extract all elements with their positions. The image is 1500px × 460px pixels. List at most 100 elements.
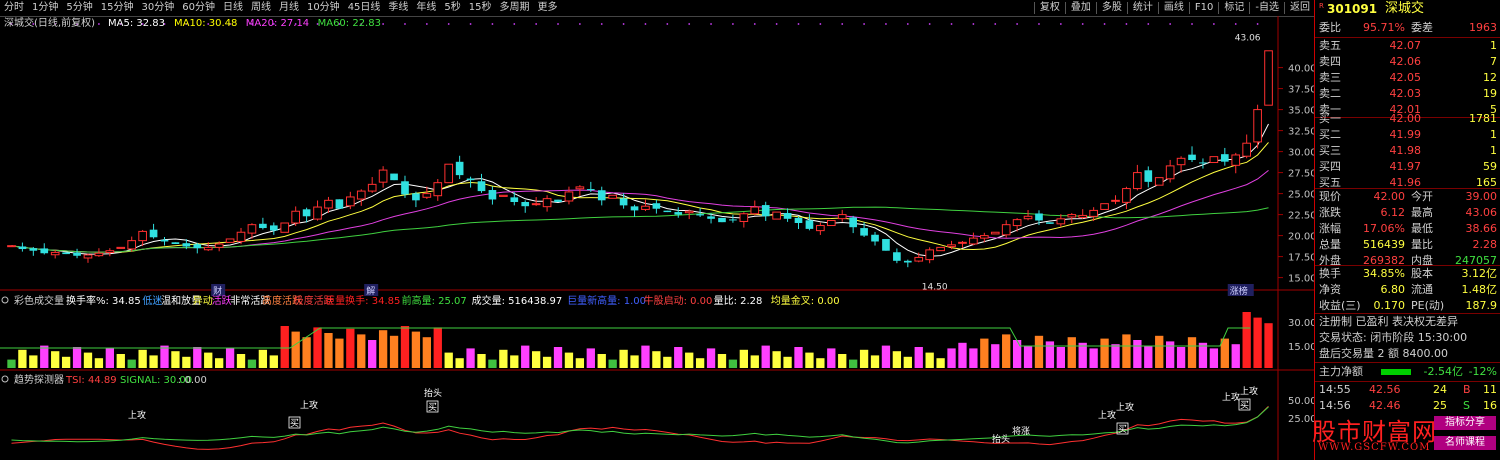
candle-body xyxy=(247,224,257,234)
volume-bar xyxy=(40,345,49,368)
stat-label: 最低 xyxy=(1411,222,1433,235)
period-tab[interactable]: 45日线 xyxy=(344,0,385,16)
period-tab[interactable]: 5分钟 xyxy=(62,0,96,16)
ask-row: 卖五 42.07 1 xyxy=(1315,38,1500,54)
marker-dot xyxy=(797,23,800,25)
volume-legend-item: 换手率%: 34.85 xyxy=(66,294,141,307)
marker-dot xyxy=(928,23,931,25)
period-tab[interactable]: 周线 xyxy=(247,0,275,16)
candle-body xyxy=(586,189,595,191)
stat-row: 换手 34.85% 股本 3.12亿 xyxy=(1315,266,1500,282)
volume-bar xyxy=(695,358,705,368)
period-tab[interactable]: 15分钟 xyxy=(97,0,138,16)
volume-bar xyxy=(94,358,104,368)
stat-label: 总量 xyxy=(1319,238,1341,251)
bid-volume: 1 xyxy=(1490,144,1497,157)
candle-body xyxy=(127,240,137,250)
toolbar-action-button[interactable]: 多股 xyxy=(1098,0,1126,16)
volume-bar xyxy=(1078,342,1087,368)
weibi-value: 95.71% xyxy=(1363,21,1405,34)
period-tab[interactable]: 年线 xyxy=(412,0,440,16)
marker-dot xyxy=(1016,23,1019,25)
marker-dot xyxy=(578,23,581,25)
candle-body xyxy=(882,239,890,251)
candle-body xyxy=(663,210,672,213)
watermark-tag-courses[interactable]: 名师课程 xyxy=(1434,436,1496,450)
candle-body xyxy=(947,244,956,248)
trend-signal-label: 上攻 xyxy=(1098,409,1116,421)
watermark-tag-indicators[interactable]: 指标分享 xyxy=(1434,416,1496,430)
y-tick-label: 37.50 xyxy=(1288,85,1314,96)
high-price-label: 43.06 xyxy=(1235,33,1261,43)
marker-dot xyxy=(1256,23,1259,25)
candle-body xyxy=(412,193,420,201)
period-tab[interactable]: 1分钟 xyxy=(28,0,62,16)
volume-bar xyxy=(313,327,322,368)
toolbar-action-button[interactable]: -自选 xyxy=(1251,0,1283,16)
volume-bar xyxy=(1023,345,1033,368)
period-tab[interactable]: 5秒 xyxy=(440,0,464,16)
period-tab[interactable]: 分时 xyxy=(0,0,28,16)
stat-label: 最高 xyxy=(1411,206,1433,219)
period-tab[interactable]: 30分钟 xyxy=(137,0,178,16)
tsi-line xyxy=(11,405,1269,450)
y-tick-label: 22.50 xyxy=(1288,211,1314,222)
stat-label: 现价 xyxy=(1319,190,1341,203)
candle-body xyxy=(531,203,541,206)
volume-bar xyxy=(1034,335,1044,368)
candle-body xyxy=(1154,177,1164,186)
volume-bar xyxy=(958,342,967,368)
volume-bar xyxy=(346,328,355,368)
period-tab[interactable]: 多周期 xyxy=(496,0,534,16)
period-tab[interactable]: 更多 xyxy=(534,0,562,16)
volume-bar xyxy=(1067,337,1076,368)
ask-label: 卖三 xyxy=(1319,71,1341,84)
candle-body xyxy=(925,249,934,261)
volume-bar xyxy=(641,345,650,368)
toolbar-action-button[interactable]: F10 xyxy=(1191,0,1217,16)
candle-body xyxy=(630,206,639,211)
candle-body xyxy=(860,228,868,236)
volume-bar xyxy=(750,355,759,368)
toolbar-action-button[interactable]: 返回 xyxy=(1286,0,1314,16)
volume-bar xyxy=(389,335,399,368)
period-tab[interactable]: 季线 xyxy=(384,0,412,16)
volume-bar xyxy=(652,351,661,368)
note-row: 注册制 已盈利 表决权无差异 xyxy=(1315,314,1500,330)
toolbar-action-button[interactable]: 统计 xyxy=(1129,0,1157,16)
volume-bar xyxy=(783,356,792,368)
volume-bar xyxy=(1242,312,1251,368)
volume-legend-item: 量比: 2.28 xyxy=(714,295,763,307)
toolbar-action-button[interactable]: 叠加 xyxy=(1067,0,1095,16)
r-marker: R xyxy=(1319,2,1324,10)
candle-body xyxy=(521,202,530,207)
candle-body xyxy=(849,217,857,228)
period-tab[interactable]: 月线 xyxy=(275,0,303,16)
volume-legend-item: 异动 xyxy=(193,295,213,307)
candle-body xyxy=(1100,203,1109,210)
y-tick-label: 32.50 xyxy=(1288,127,1314,138)
period-tab[interactable]: 日线 xyxy=(219,0,247,16)
bid-row: 买二 41.99 1 xyxy=(1315,127,1500,143)
stat-value: 516439 xyxy=(1363,238,1405,251)
toolbar-action-button[interactable]: 标记 xyxy=(1220,0,1248,16)
panel-gear-icon xyxy=(1,296,9,304)
candle-body xyxy=(466,178,475,181)
ask-row: 卖二 42.03 19 xyxy=(1315,86,1500,102)
volume-bar xyxy=(335,338,344,368)
candle-body xyxy=(7,245,16,248)
toolbar-action-button[interactable]: 画线 xyxy=(1160,0,1188,16)
toolbar-action-button[interactable]: 复权 xyxy=(1036,0,1064,16)
period-tab[interactable]: 10分钟 xyxy=(303,0,344,16)
candle-body xyxy=(50,251,60,256)
period-tab[interactable]: 15秒 xyxy=(465,0,496,16)
period-tab[interactable]: 60分钟 xyxy=(178,0,219,16)
marker-dot xyxy=(841,23,844,25)
volume-bar xyxy=(1122,334,1131,368)
tick-side: B xyxy=(1463,383,1471,396)
marker-dot xyxy=(469,23,472,25)
volume-bar xyxy=(116,354,125,368)
volume-bar xyxy=(1176,347,1186,368)
volume-bar xyxy=(717,354,727,368)
candle-body xyxy=(1089,209,1098,217)
